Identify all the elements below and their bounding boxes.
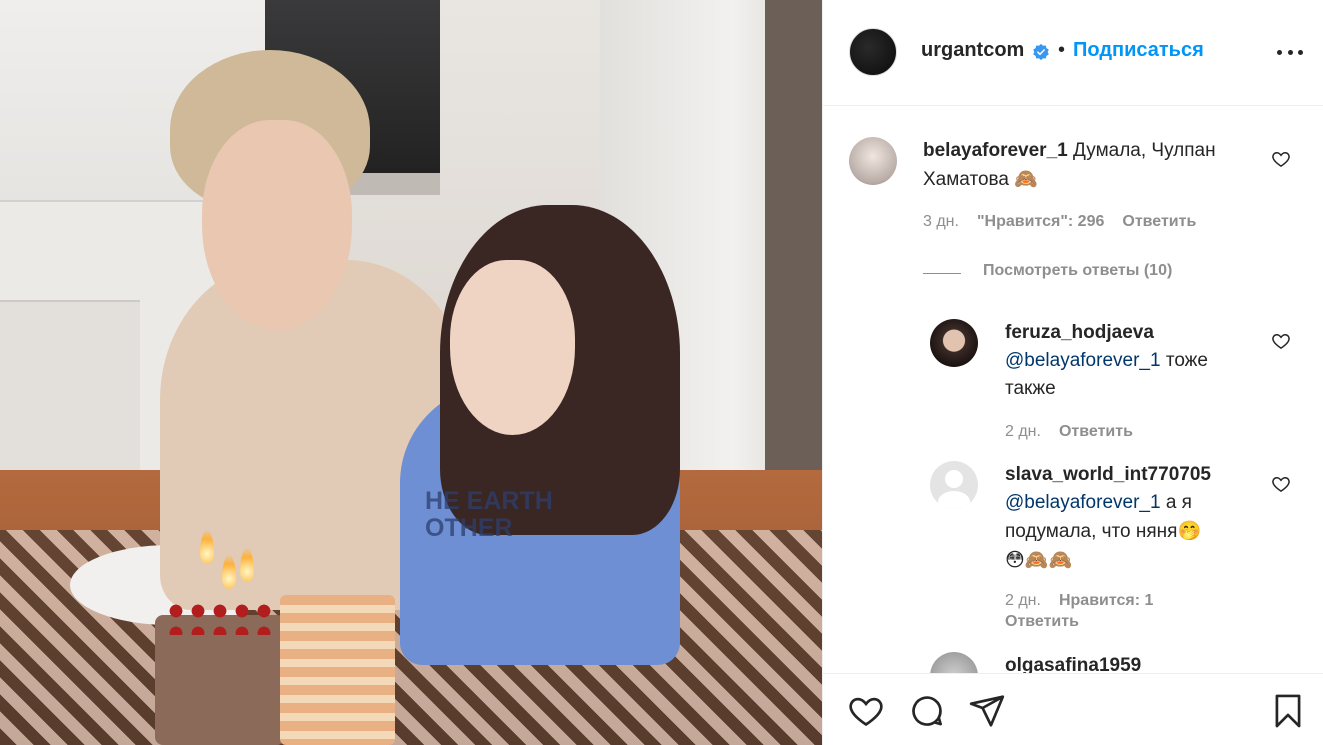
author-username[interactable]: urgantcom [921, 39, 1024, 62]
comment-username[interactable]: olgasafina1959 [1005, 655, 1141, 673]
post-actions-bar [823, 673, 1323, 745]
comment-body: slava_world_int770705 @belayaforever_1 а… [1005, 461, 1255, 575]
comment-emoji-line: 😳🙈🙈 [1005, 549, 1073, 571]
comment-time: 3 дн. [923, 213, 959, 230]
heart-icon[interactable] [1271, 149, 1291, 169]
verified-badge-icon [1033, 43, 1049, 61]
post-side-panel: urgantcom • Подписаться belayaforever_1 … [822, 0, 1323, 745]
comment-emoji: 🤭 [1177, 520, 1202, 542]
follow-button[interactable]: Подписаться [1073, 39, 1204, 62]
commenter-avatar[interactable] [930, 319, 978, 367]
heart-icon[interactable] [1271, 331, 1291, 351]
comment-mention[interactable]: @belayaforever_1 [1005, 350, 1161, 371]
heart-icon[interactable] [847, 692, 885, 730]
comment-meta: 3 дн. "Нравится": 296 Ответить [923, 213, 1196, 231]
photo-shirt-print: HE EARTH OTHER [425, 487, 553, 542]
photo-cabinet-lower [0, 300, 140, 480]
replies-divider [923, 273, 961, 274]
comment-body: olgasafina1959 [1005, 652, 1255, 673]
post-header: urgantcom • Подписаться [823, 0, 1323, 106]
comment-time: 2 дн. [1005, 423, 1041, 440]
more-options-icon[interactable] [1277, 44, 1303, 60]
reply-button[interactable]: Ответить [1122, 213, 1196, 231]
post-photo[interactable]: HE EARTH OTHER [0, 0, 822, 745]
reply-button[interactable]: Ответить [1005, 613, 1079, 631]
comment-time: 2 дн. [1005, 592, 1041, 609]
share-icon[interactable] [968, 692, 1006, 730]
comment-meta: 2 дн. Нравится: 1 [1005, 592, 1153, 610]
reply-button[interactable]: Ответить [1059, 423, 1133, 441]
comment-meta-row2: Ответить [1005, 613, 1079, 631]
comment-mention[interactable]: @belayaforever_1 [1005, 492, 1161, 513]
comments-list[interactable]: belayaforever_1 Думала, Чулпан Хаматова … [823, 107, 1323, 673]
comment-username[interactable]: belayaforever_1 [923, 140, 1068, 161]
author-avatar[interactable] [849, 28, 897, 76]
comment-body: feruza_hodjaeva @belayaforever_1 тоже та… [1005, 319, 1255, 403]
comment-likes[interactable]: "Нравится": 296 [977, 213, 1104, 231]
bookmark-icon[interactable] [1269, 692, 1307, 730]
commenter-avatar[interactable] [930, 652, 978, 673]
view-replies-button[interactable]: Посмотреть ответы (10) [983, 262, 1172, 280]
comment-meta: 2 дн. Ответить [1005, 423, 1133, 441]
photo-cake [155, 575, 395, 745]
commenter-avatar[interactable] [930, 461, 978, 509]
comment-emoji: 🙈 [1014, 168, 1038, 190]
header-separator: • [1058, 39, 1066, 61]
comment-username[interactable]: feruza_hodjaeva [1005, 322, 1154, 343]
comment-username[interactable]: slava_world_int770705 [1005, 464, 1211, 485]
comment-icon[interactable] [908, 692, 946, 730]
comment-likes[interactable]: Нравится: 1 [1059, 592, 1153, 610]
comment-body: belayaforever_1 Думала, Чулпан Хаматова … [923, 137, 1253, 194]
heart-icon[interactable] [1271, 474, 1291, 494]
commenter-avatar[interactable] [849, 137, 897, 185]
photo-girl [400, 205, 700, 665]
